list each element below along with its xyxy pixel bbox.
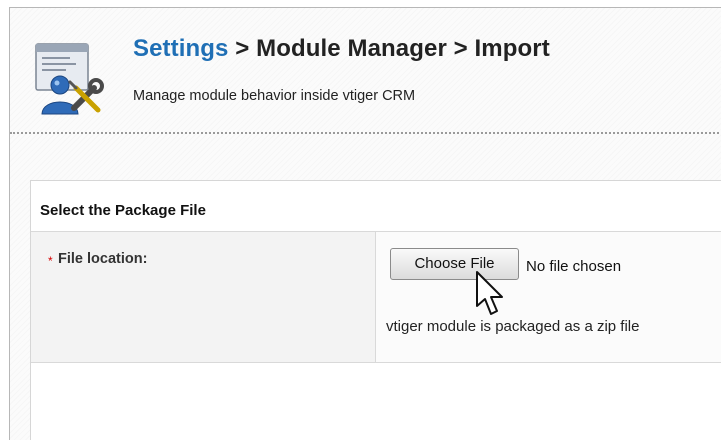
file-location-label: File location: bbox=[58, 251, 148, 267]
package-help-text: vtiger module is packaged as a zip file bbox=[386, 318, 640, 335]
panel-footer-row bbox=[31, 363, 721, 440]
mouse-pointer-icon bbox=[473, 270, 509, 320]
breadcrumb-current-path: > Module Manager > Import bbox=[228, 35, 550, 62]
breadcrumb-settings-link[interactable]: Settings bbox=[133, 35, 228, 62]
page-subtitle: Manage module behavior inside vtiger CRM bbox=[133, 88, 416, 104]
panel-heading: Select the Package File bbox=[31, 181, 721, 232]
file-location-label-cell: * File location: bbox=[31, 232, 376, 363]
page-title-breadcrumb: Settings > Module Manager > Import bbox=[133, 35, 550, 63]
settings-page: Settings > Module Manager > Import Manag… bbox=[9, 7, 721, 440]
settings-tools-icon bbox=[30, 38, 108, 120]
required-marker: * bbox=[48, 254, 53, 268]
import-panel: Select the Package File * File location:… bbox=[30, 180, 721, 440]
header-divider bbox=[10, 132, 721, 134]
file-status-text: No file chosen bbox=[526, 258, 622, 275]
file-location-value-cell: Choose File No file chosen vtiger module… bbox=[376, 232, 721, 363]
panel-heading-text: Select the Package File bbox=[40, 202, 206, 219]
